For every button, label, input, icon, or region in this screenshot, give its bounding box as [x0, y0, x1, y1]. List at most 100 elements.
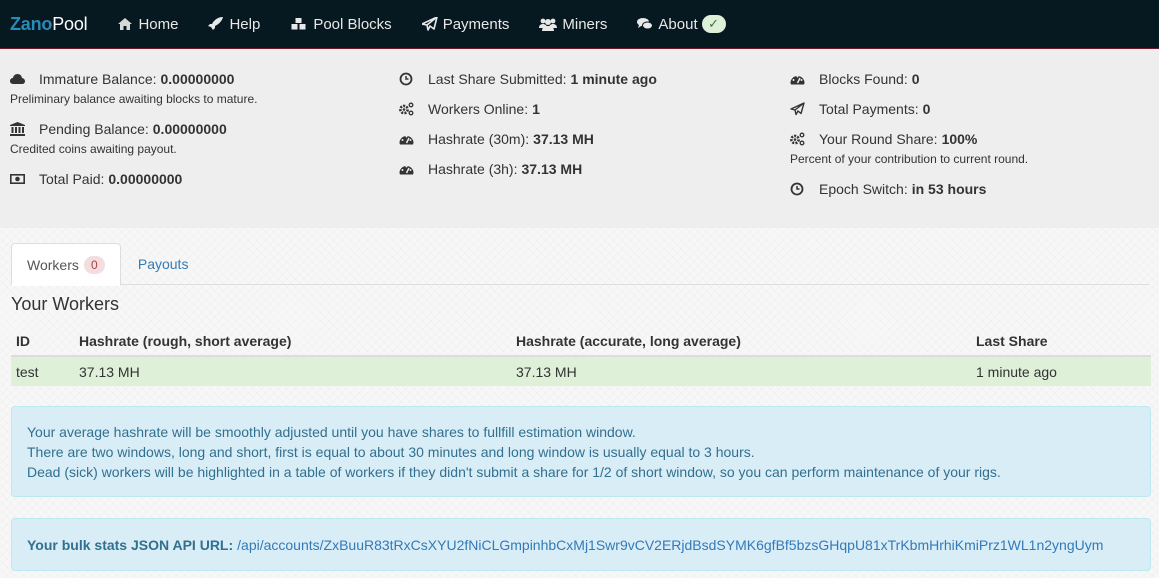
stat-immature-balance: Immature Balance: 0.00000000: [10, 69, 389, 89]
stats-column-activity: Last Share Submitted: 1 minute ago Worker…: [389, 69, 780, 228]
gears-icon: [399, 102, 428, 116]
nav-about-label: About: [658, 15, 698, 33]
paper-plane-icon: [421, 17, 438, 31]
gears-icon: [790, 132, 819, 146]
nav-help[interactable]: Help: [208, 16, 260, 33]
home-icon: [117, 17, 133, 31]
workers-table: ID Hashrate (rough, short average) Hashr…: [11, 326, 1151, 386]
table-header-row: ID Hashrate (rough, short average) Hashr…: [11, 326, 1151, 357]
clock-icon: [790, 182, 819, 196]
stat-hashrate-30m: Hashrate (30m): 37.13 MH: [399, 129, 780, 149]
stat-value: in 53 hours: [911, 181, 987, 197]
stat-value: 1: [532, 101, 540, 117]
status-ok-badge: ✓: [701, 15, 726, 33]
stat-epoch-switch: Epoch Switch: in 53 hours: [790, 179, 1159, 199]
stats-column-balances: Immature Balance: 0.00000000 Preliminary …: [0, 69, 389, 228]
money-icon: [10, 172, 39, 186]
stat-value: 0.00000000: [108, 171, 183, 187]
api-url-alert: Your bulk stats JSON API URL: /api/accou…: [11, 518, 1151, 571]
stats-column-round: Blocks Found: 0 Total Payments: 0 Your Rou…: [780, 69, 1159, 228]
tab-payouts-label: Payouts: [137, 256, 189, 272]
brand-logo[interactable]: ZanoPool: [10, 13, 88, 35]
stat-value: 100%: [941, 131, 978, 147]
info-line: There are two windows, long and short, f…: [27, 444, 755, 460]
stat-label: Total Payments:: [819, 101, 919, 117]
comments-icon: [637, 17, 654, 31]
nav-payments-label: Payments: [442, 15, 510, 33]
stat-label: Hashrate (30m):: [428, 131, 530, 147]
stat-value: 0: [911, 71, 920, 87]
column-header-last-share[interactable]: Last Share: [971, 326, 1151, 357]
tab-bar: Workers 0 Payouts: [11, 243, 1149, 286]
stat-label: Pending Balance:: [39, 121, 149, 137]
stat-pending-balance: Pending Balance: 0.00000000: [10, 119, 389, 139]
hashrate-info-alert: Your average hashrate will be smoothly a…: [11, 406, 1151, 497]
stat-value: 37.13 MH: [533, 131, 594, 147]
column-header-hashrate-long[interactable]: Hashrate (accurate, long average): [511, 326, 971, 357]
info-line: Your average hashrate will be smoothly a…: [27, 424, 636, 440]
nav-home[interactable]: Home: [117, 16, 178, 33]
stat-value: 0: [922, 101, 931, 117]
nav-payments[interactable]: Payments: [421, 15, 510, 33]
stat-label: Epoch Switch:: [819, 181, 908, 197]
worker-id: test: [11, 356, 74, 386]
tab-workers[interactable]: Workers 0: [11, 243, 121, 286]
info-line: Dead (sick) workers will be highlighted …: [27, 464, 1001, 480]
stat-label: Total Paid:: [39, 171, 105, 187]
worker-hashrate-short: 37.13 MH: [74, 356, 511, 386]
stat-label: Immature Balance:: [39, 71, 157, 87]
stat-last-share: Last Share Submitted: 1 minute ago: [399, 69, 780, 89]
tab-payouts[interactable]: Payouts: [123, 243, 204, 285]
brand-pool: Pool: [52, 13, 88, 34]
tab-workers-label: Workers: [27, 256, 79, 273]
nav-miners-label: Miners: [562, 15, 608, 33]
api-url-link[interactable]: /api/accounts/ZxBuuR83tRxCsXYU2fNiCLGmpi…: [237, 537, 1103, 553]
paper-plane-icon: [790, 102, 819, 116]
section-title: Your Workers: [11, 294, 120, 314]
cubes-icon: [290, 17, 308, 31]
nav-help-label: Help: [229, 15, 261, 33]
worker-hashrate-long: 37.13 MH: [511, 356, 971, 386]
column-header-id[interactable]: ID: [11, 326, 74, 357]
nav-pool-blocks-label: Pool Blocks: [313, 15, 392, 33]
stat-total-payments: Total Payments: 0: [790, 99, 1159, 119]
cloud-icon: [10, 72, 39, 86]
stat-round-share: Your Round Share: 100%: [790, 129, 1159, 149]
workers-count-badge: 0: [83, 255, 105, 274]
stat-label: Last Share Submitted:: [428, 71, 567, 87]
stat-value: 0.00000000: [152, 121, 227, 137]
stat-label: Your Round Share:: [819, 131, 938, 147]
users-icon: [539, 17, 558, 31]
stat-description: Credited coins awaiting payout.: [10, 142, 177, 156]
brand-zano: Zano: [10, 13, 53, 34]
stat-hashrate-3h: Hashrate (3h): 37.13 MH: [399, 159, 780, 179]
stat-label: Hashrate (3h):: [428, 161, 518, 177]
stats-panel: Immature Balance: 0.00000000 Preliminary …: [0, 49, 1159, 228]
stat-value: 1 minute ago: [570, 71, 657, 87]
stat-label: Workers Online:: [428, 101, 529, 117]
rocket-icon: [208, 17, 224, 31]
tabs-container: Workers 0 Payouts: [0, 228, 1159, 286]
dashboard-icon: [790, 72, 819, 86]
navbar: ZanoPool Home Help Pool Blocks Payments …: [0, 0, 1159, 49]
stat-value: 0.00000000: [160, 71, 235, 87]
stat-description: Percent of your contribution to current …: [790, 152, 1029, 166]
nav-pool-blocks[interactable]: Pool Blocks: [290, 15, 392, 33]
bank-icon: [10, 122, 39, 136]
worker-last-share: 1 minute ago: [971, 356, 1151, 386]
stat-label: Blocks Found:: [819, 71, 908, 87]
clock-icon: [399, 72, 428, 86]
stat-value: 37.13 MH: [521, 161, 583, 177]
stat-workers-online: Workers Online: 1: [399, 99, 780, 119]
dashboard-icon: [399, 132, 428, 146]
api-url-label: Your bulk stats JSON API URL:: [27, 536, 234, 553]
dashboard-icon: [399, 162, 428, 176]
stat-blocks-found: Blocks Found: 0: [790, 69, 1159, 89]
table-row[interactable]: test 37.13 MH 37.13 MH 1 minute ago: [11, 356, 1151, 386]
nav-about[interactable]: About ✓: [637, 15, 726, 33]
stat-total-paid: Total Paid: 0.00000000: [10, 169, 389, 189]
stat-description: Preliminary balance awaiting blocks to m…: [10, 92, 258, 106]
nav-miners[interactable]: Miners: [539, 16, 607, 33]
column-header-hashrate-short[interactable]: Hashrate (rough, short average): [74, 326, 511, 357]
nav-home-label: Home: [138, 15, 179, 33]
